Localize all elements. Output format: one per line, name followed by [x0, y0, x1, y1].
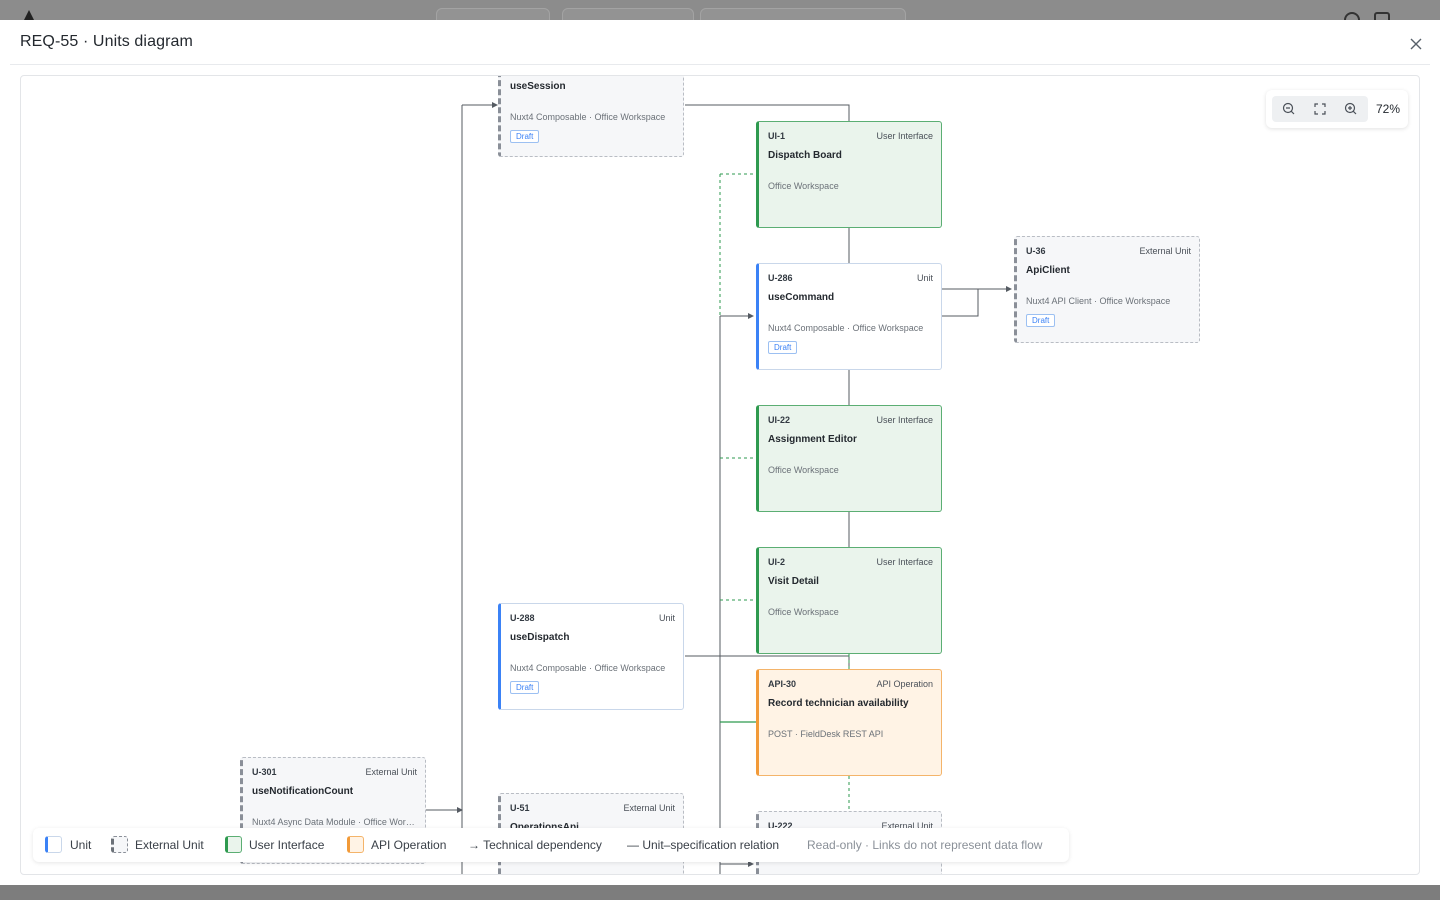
background-tab — [436, 8, 550, 20]
node-title: Assignment Editor — [768, 434, 857, 445]
node-u-288[interactable]: U-288 Unit useDispatch Nuxt4 Composable … — [498, 603, 684, 710]
node-type: External Unit — [365, 767, 417, 777]
background-tab — [562, 8, 694, 20]
legend-user-interface: User Interface — [249, 838, 325, 852]
node-id: API-30 — [768, 679, 797, 689]
node-id: U-286 — [768, 273, 793, 283]
close-icon — [1410, 38, 1422, 50]
node-id: U-36 — [1026, 246, 1046, 256]
node-title: useNotificationCount — [252, 786, 354, 797]
status-badge: Draft — [510, 681, 540, 694]
node-meta: POST · FieldDesk REST API — [768, 729, 884, 739]
node-type: API Operation — [876, 679, 933, 689]
node-type: Unit — [658, 613, 675, 623]
status-badge: Draft — [768, 341, 798, 354]
close-button[interactable] — [1404, 32, 1428, 56]
node-id: U-51 — [510, 803, 530, 813]
node-meta: Nuxt4 API Client · Office Workspace — [1026, 296, 1171, 306]
node-type: User Interface — [876, 557, 933, 567]
background-bottom-bar — [0, 885, 1440, 900]
node-meta: Nuxt4 Async Data Module · Office Workspa… — [252, 817, 416, 827]
node-type: Unit — [916, 273, 933, 283]
zoom-level: 72% — [1376, 102, 1401, 116]
node-type: External Unit — [623, 803, 675, 813]
edges-layer — [426, 102, 1012, 874]
background-search — [700, 8, 906, 20]
node-title: useSession — [510, 81, 566, 92]
background-settings-icon — [1374, 12, 1390, 20]
fit-view-icon — [1314, 103, 1326, 115]
node-id: UI-22 — [768, 415, 791, 425]
modal-title: REQ-55 · Units diagram — [20, 33, 193, 50]
node-title: Record technician availability — [768, 698, 909, 709]
legend-unit-swatch — [45, 836, 62, 853]
modal-divider — [10, 64, 1430, 65]
node-meta: Office Workspace — [768, 607, 839, 617]
node-type: User Interface — [876, 131, 933, 141]
node-title: useDispatch — [510, 632, 570, 643]
zoom-in-icon — [1344, 102, 1357, 115]
app-logo-icon — [18, 10, 40, 20]
zoom-button-group — [1272, 96, 1368, 122]
zoom-in-button[interactable] — [1336, 96, 1366, 122]
fit-view-button[interactable] — [1305, 96, 1335, 122]
node-ui-1[interactable]: UI-1 User Interface Dispatch Board Offic… — [756, 121, 942, 228]
background-search-icon — [1344, 12, 1360, 20]
node-use-session[interactable]: useSession Nuxt4 Composable · Office Wor… — [498, 76, 684, 157]
legend-note: Read-only · Links do not represent data … — [807, 838, 1043, 852]
node-id: U-288 — [510, 613, 535, 623]
node-meta: Nuxt4 Composable · Office Workspace — [510, 663, 666, 673]
node-u-286[interactable]: U-286 Unit useCommand Nuxt4 Composable ·… — [756, 263, 942, 370]
edge-dependency — [685, 104, 850, 121]
legend-api-operation: API Operation — [371, 838, 447, 852]
node-id: UI-2 — [768, 557, 786, 567]
zoom-out-icon — [1282, 102, 1295, 115]
node-u-36[interactable]: U-36 External Unit ApiClient Nuxt4 API C… — [1014, 236, 1200, 343]
edge-dependency — [942, 289, 979, 317]
node-type: External Unit — [1139, 246, 1191, 256]
node-title: useCommand — [768, 292, 835, 303]
legend-external-unit-swatch — [111, 836, 128, 853]
legend-unit: Unit — [70, 838, 92, 852]
node-meta: Nuxt4 Composable · Office Workspace — [768, 323, 924, 333]
node-api-30[interactable]: API-30 API Operation Record technician a… — [756, 669, 942, 776]
legend-api-operation-swatch — [347, 836, 364, 853]
node-type: User Interface — [876, 415, 933, 425]
zoom-controls: 72% — [1266, 90, 1408, 128]
node-id: UI-1 — [768, 131, 786, 141]
legend-technical-dependency: → Technical dependency — [468, 838, 602, 852]
background-app-bar — [0, 0, 1440, 20]
legend-external-unit: External Unit — [135, 838, 204, 852]
edge-dependency — [685, 655, 850, 669]
diagram-canvas[interactable]: useSession Nuxt4 Composable · Office Wor… — [20, 75, 1420, 875]
node-ui-2[interactable]: UI-2 User Interface Visit Detail Office … — [756, 547, 942, 654]
node-meta: Office Workspace — [768, 181, 839, 191]
node-ui-22[interactable]: UI-22 User Interface Assignment Editor O… — [756, 405, 942, 512]
node-id: U-301 — [252, 767, 277, 777]
node-meta: Office Workspace — [768, 465, 839, 475]
legend-unit-spec-relation: — Unit–specification relation — [627, 838, 780, 852]
node-title: Visit Detail — [768, 576, 819, 587]
node-meta: Nuxt4 Composable · Office Workspace — [510, 112, 666, 122]
status-badge: Draft — [1026, 314, 1056, 327]
units-diagram-modal: REQ-55 · Units diagram useSession Nuxt4 … — [0, 20, 1440, 885]
node-title: ApiClient — [1026, 265, 1070, 276]
status-badge: Draft — [510, 130, 540, 143]
legend-user-interface-swatch — [225, 836, 242, 853]
node-title: Dispatch Board — [768, 150, 842, 161]
legend: Unit External Unit User Interface API Op… — [33, 828, 1069, 862]
zoom-out-button[interactable] — [1274, 96, 1304, 122]
